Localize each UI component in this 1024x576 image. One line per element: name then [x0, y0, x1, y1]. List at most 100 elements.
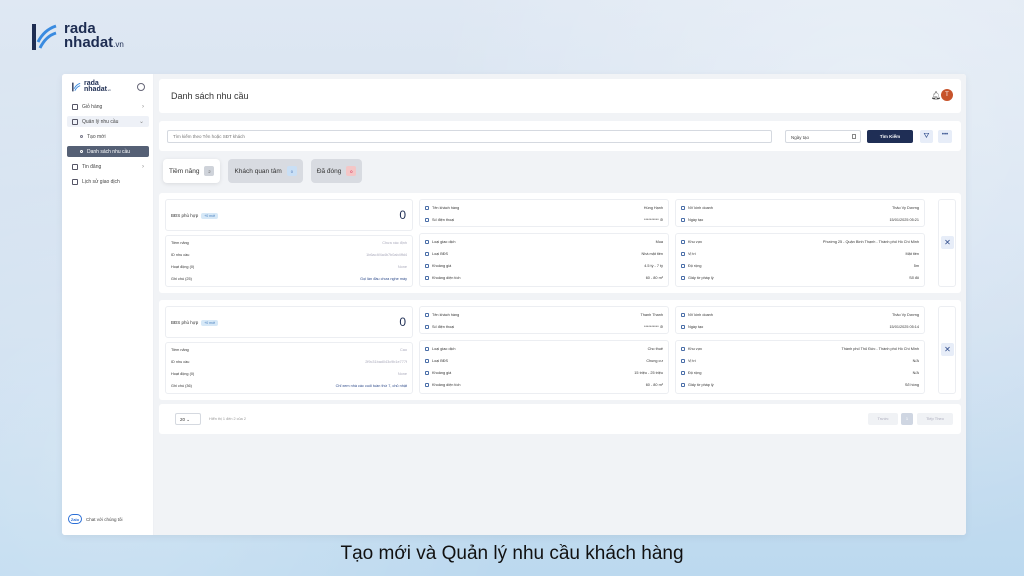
next-page-button[interactable]: Tiếp Theo — [917, 413, 953, 425]
search-button[interactable]: Tìm Kiếm — [867, 130, 913, 143]
row-value: 2f9c31bad043c9b1e777f — [365, 359, 407, 364]
demand-card[interactable]: BĐS phù hợp +0 mới 0 Tiềm năng Cao ID nhu … — [159, 300, 961, 400]
info-row: Vị trí N/A — [681, 356, 919, 365]
page-size-select[interactable]: 20 ⌄ — [175, 413, 201, 425]
info-row: Khoảng giá 4.5 tỷ - 7 tỷ — [425, 261, 663, 270]
info-row: Giấy tờ pháp lý Sổ hồng — [681, 380, 919, 389]
area-icon — [425, 382, 429, 387]
user-icon — [681, 312, 685, 317]
info-row: Khu vực Phường 25 - Quận Bình Thạnh - Thà… — [681, 237, 919, 246]
row-value: Mua — [655, 239, 663, 244]
page-info: Hiển thị 1 đến 2 của 2 — [209, 417, 246, 421]
summary-row: ID nhu cầu 2f9c31bad043c9b1e777f — [171, 357, 407, 366]
row-key: Độ rộng — [688, 370, 702, 375]
sidebar-item-cart[interactable]: Giỏ hàng › — [67, 101, 149, 112]
info-row: Số điện thoại ********** ⊘ — [425, 215, 663, 224]
info-row: Ngày tạo 15/01/2025 05:14 — [681, 322, 919, 331]
tab-closed[interactable]: Đã đóng 0 — [310, 159, 363, 183]
bell-icon[interactable]: 🔔︎ — [931, 92, 941, 100]
row-key: Khoảng giá — [432, 370, 452, 375]
row-value: Thành phố Thủ Đức - Thành phố Hồ Chí Min… — [841, 346, 919, 351]
row-value: Nhà mặt tiền — [641, 251, 663, 256]
row-value: 15/01/2025 05:14 — [889, 324, 919, 329]
matching-properties-panel[interactable]: BĐS phù hợp +0 mới 0 — [165, 306, 413, 338]
eye-off-icon[interactable]: ⊘ — [660, 325, 663, 329]
tab-label: Tiềm năng — [169, 167, 200, 175]
matching-properties-label: BĐS phù hợp — [171, 320, 199, 325]
row-value: None — [397, 264, 407, 269]
new-badge: +0 mới — [201, 213, 219, 219]
row-key: Loại giao dịch — [432, 346, 456, 351]
row-key: Ngày tạo — [688, 324, 704, 329]
zalo-icon: Zalo — [68, 514, 82, 524]
row-key: Hoạt động (0) — [171, 371, 195, 376]
sidebar-item-label: Danh sách nhu cầu — [87, 148, 131, 155]
zalo-chat[interactable]: Zalo Chat với chúng tôi — [68, 514, 122, 524]
tab-interested[interactable]: Khách quan tâm 0 — [228, 159, 303, 183]
date-placeholder: Ngày tạo — [791, 135, 810, 140]
sidebar-collapse-icon[interactable] — [137, 83, 145, 91]
matching-properties-label: BĐS phù hợp — [171, 213, 199, 218]
eye-off-icon[interactable]: ⊘ — [660, 218, 663, 222]
row-value: Sổ đỏ — [909, 275, 919, 280]
masked-phone: ********** — [643, 218, 659, 222]
info-row: Khoảng giá 15 triệu - 25 triệu — [425, 368, 663, 377]
search-input[interactable] — [167, 130, 772, 143]
new-badge: +0 mới — [201, 320, 219, 326]
demand-card[interactable]: BĐS phù hợp +0 mới 0 Tiềm năng Chưa xác đị… — [159, 193, 961, 293]
sidebar-item-label: Lịch sử giao dịch — [82, 178, 120, 185]
sidebar-logo[interactable]: rada nhadat.vn — [72, 80, 111, 93]
calendar-icon — [681, 217, 685, 222]
pagination: 20 ⌄ Hiển thị 1 đến 2 của 2 Trước 1 Tiếp… — [159, 404, 961, 434]
phone-icon — [425, 217, 429, 222]
row-value: 4.5 tỷ - 7 tỷ — [644, 263, 663, 268]
sidebar-item-demand-management[interactable]: Quản lý nhu cầu ⌄ — [67, 116, 149, 127]
sidebar-item-create-new[interactable]: Tạo mới — [67, 131, 149, 142]
brand-line2: nhadat — [64, 34, 114, 51]
row-key: NV kinh doanh — [688, 205, 713, 210]
info-row: Loại giao dịch Cho thuê — [425, 344, 663, 353]
note-link[interactable]: Gọi lần đầu chưa nghe máy — [360, 277, 407, 281]
date-created-input[interactable]: Ngày tạo — [785, 130, 861, 143]
row-key: Khoảng diện tích — [432, 382, 461, 387]
sidebar-item-listings[interactable]: Tin đăng › — [67, 161, 149, 172]
avatar[interactable]: T — [941, 89, 953, 101]
info-row: Số điện thoại ********** ⊘ — [425, 322, 663, 331]
filter-icon[interactable]: ⛛ — [920, 130, 933, 143]
info-row: Giấy tờ pháp lý Sổ đỏ — [681, 273, 919, 282]
more-icon[interactable]: ••• — [938, 130, 952, 143]
page-number-button[interactable]: 1 — [901, 413, 913, 425]
demand-summary-panel: Tiềm năng Chưa xác định ID nhu cầu 1b6ac4f… — [165, 235, 413, 287]
row-key: Ngày tạo — [688, 217, 704, 222]
customer-name: Thanh Thanh — [640, 312, 663, 317]
card-actions: ✕ — [938, 199, 956, 287]
matching-properties-panel[interactable]: BĐS phù hợp +0 mới 0 — [165, 199, 413, 231]
close-icon[interactable]: ✕ — [941, 343, 954, 356]
chevron-right-icon: › — [142, 103, 144, 110]
summary-row: Tiềm năng Cao — [171, 345, 407, 354]
cart-icon — [72, 103, 78, 110]
sidebar-logo-suffix: .vn — [106, 88, 111, 92]
close-icon[interactable]: ✕ — [941, 236, 954, 249]
card-icon — [72, 178, 78, 185]
row-value: 15 triệu - 25 triệu — [634, 370, 663, 375]
row-key: Ghi chú (36) — [171, 383, 192, 388]
info-row: Khoảng diện tích 60 - 80 m² — [425, 380, 663, 389]
map-icon — [681, 346, 685, 351]
sidebar-item-demand-list[interactable]: Danh sách nhu cầu — [67, 146, 149, 157]
price-icon — [425, 263, 429, 268]
tab-label: Đã đóng — [316, 167, 342, 175]
row-key: Loại BĐS — [432, 358, 449, 363]
row-value: 1b6ac4f4a4b7b0ab4ffd4 — [366, 252, 407, 257]
tab-potential[interactable]: Tiềm năng 2 — [163, 159, 221, 183]
note-link[interactable]: Chỉ xem nhà các cuối tuần thứ 7, chủ nhậ… — [336, 384, 407, 388]
row-value: N/A — [912, 358, 919, 363]
info-row: Loại BĐS Chung cư — [425, 356, 663, 365]
sidebar-item-label: Giỏ hàng — [82, 103, 103, 110]
previous-page-button[interactable]: Trước — [868, 413, 898, 425]
info-row: Độ rộng 5m — [681, 261, 919, 270]
dot-icon — [80, 135, 83, 138]
info-row: Loại giao dịch Mua — [425, 237, 663, 246]
sidebar-item-label: Tạo mới — [87, 133, 106, 140]
sidebar-item-transaction-history[interactable]: Lịch sử giao dịch — [67, 176, 149, 187]
